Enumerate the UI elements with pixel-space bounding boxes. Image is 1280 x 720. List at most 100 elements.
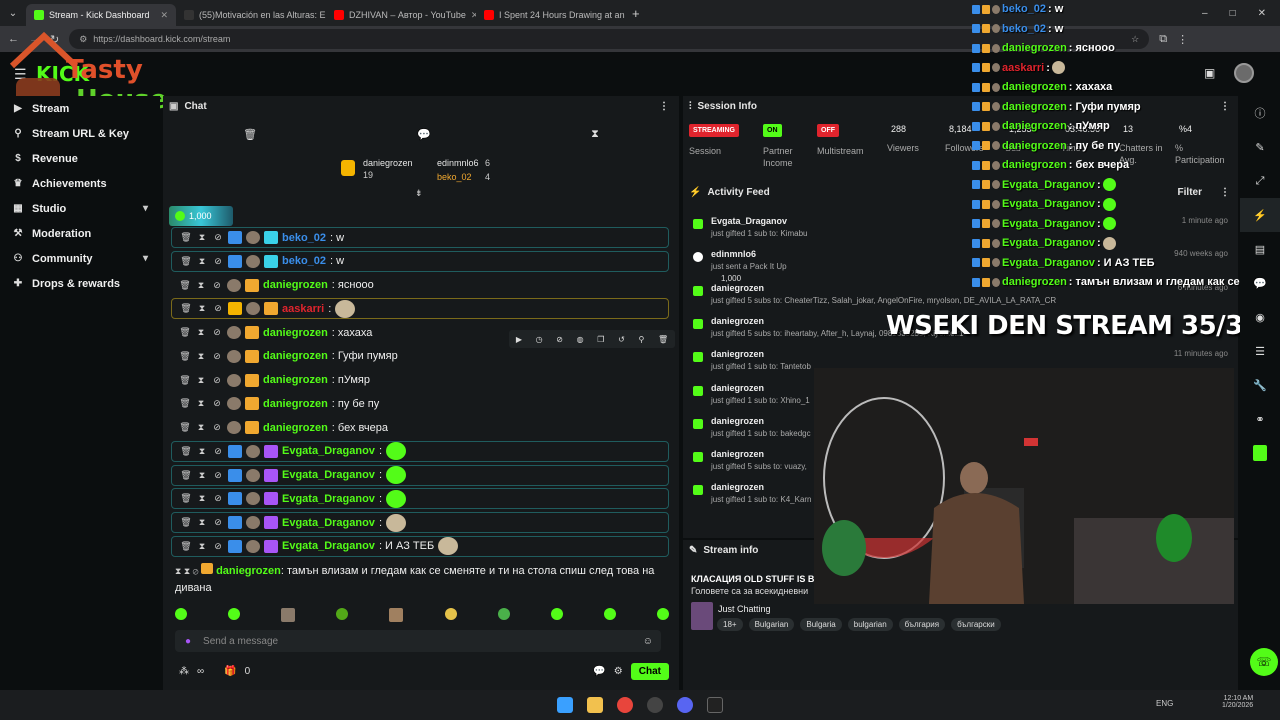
delete-msg-icon[interactable]: 🗑 [180,493,192,504]
chat-message[interactable]: 🗑 ⧗ ⊘ Evgata_Draganov: И АЗ ТЕБ [171,535,669,557]
file-explorer-icon[interactable] [587,697,603,713]
chat-username[interactable]: daniegrozen [263,350,328,362]
chat-message[interactable]: 🗑 ⧗ ⊘ daniegrozen: бех вчера [171,417,669,438]
ban-icon[interactable]: ⊘ [212,303,224,314]
delete-msg-icon[interactable]: 🗑 [180,446,192,457]
last-msg-user[interactable]: daniegrozen [216,565,281,577]
info-icon[interactable]: ⓘ [1240,96,1280,130]
ban-icon[interactable]: ⊘ [212,256,224,267]
category-name[interactable]: Just Chatting [718,604,771,614]
quick-action-icon[interactable]: ⚡ [1240,198,1280,232]
activity-user[interactable]: daniegrozen [711,316,764,326]
ban-icon[interactable]: ⊘ [212,232,224,243]
delete-msg-icon[interactable]: 🗑 [179,398,191,409]
terminal-icon[interactable] [707,697,723,713]
ban-icon[interactable]: ⊘ [211,327,223,338]
sidebar-item-stream[interactable]: ▶ Stream [0,96,160,121]
stream-tag[interactable]: bulgarian [847,618,893,631]
sidebar-item-drops-rewards[interactable]: ✚ Drops & rewards [0,271,160,296]
chat-message[interactable]: 🗑 ⧗ ⊘ daniegrozen: ясноoo [171,275,669,296]
timeout-icon[interactable]: ⧗ [196,256,208,267]
language-indicator[interactable]: ENG [1156,699,1173,708]
chat-username[interactable]: daniegrozen [263,279,328,291]
delete-msg-icon[interactable]: 🗑 [180,303,192,314]
phone-icon[interactable] [1240,436,1280,470]
delete-msg-icon[interactable]: 🗑 [180,256,192,267]
chrome-icon[interactable] [617,697,633,713]
sidebar-item-moderation[interactable]: ⚒ Moderation [0,221,160,246]
timeout-icon[interactable]: ⧗ [195,327,207,338]
timeout-icon[interactable]: ⧗ [196,232,208,243]
obs-icon[interactable] [647,697,663,713]
delete-msg-icon[interactable]: 🗑 [180,517,192,528]
activity-user[interactable]: daniegrozen [711,482,764,492]
ban-icon[interactable]: ⊘ [212,446,224,457]
ban-icon[interactable]: ⊘ [211,280,223,291]
chat-username[interactable]: daniegrozen [263,327,328,339]
chat-message[interactable]: 🗑 ⧗ ⊘ daniegrozen: пУмяр [171,370,669,391]
delete-msg-icon[interactable]: 🗑 [180,232,192,243]
help-button[interactable]: ☏ [1250,648,1278,676]
timeout-icon[interactable]: ⧗ [196,470,208,481]
chat-message[interactable]: 🗑 ⧗ ⊘ Evgata_Draganov: [171,512,669,533]
delete-msg-icon[interactable]: 🗑 [179,422,191,433]
sidebar-item-community[interactable]: ⚇ Community ▾ [0,246,160,271]
timeout-icon[interactable]: ⧗ [195,351,207,362]
delete-icon[interactable]: 🗑 [658,335,668,344]
ban-icon[interactable]: ⊘ [211,351,223,362]
chat-username[interactable]: beko_02 [282,255,326,267]
timeout-icon[interactable]: ⧗ [195,280,207,291]
sidebar-item-stream-url-key[interactable]: ⚲ Stream URL & Key [0,121,160,146]
chat-menu-icon[interactable]: ⋮ [659,101,669,112]
emote-3-icon[interactable] [281,608,296,622]
tools-icon[interactable]: 🔧 [1240,368,1280,402]
chevron-down-icon[interactable]: ▾ [143,253,148,264]
chat-message[interactable]: 🗑 ⧗ ⊘ beko_02: w [171,227,669,248]
collapse-icon[interactable]: ⇟ [415,188,423,199]
stream-tag[interactable]: български [951,618,1001,631]
chat-message[interactable]: 🗑 ⧗ ⊘ daniegrozen: Гуфи пумяр [171,346,669,367]
copy-icon[interactable]: ❐ [597,335,604,344]
chat-username[interactable]: Evgata_Draganov [282,517,375,529]
slash-icon[interactable]: ⊘ [556,335,563,344]
emote-1-icon[interactable] [175,608,187,620]
chevron-down-icon[interactable]: ▾ [143,203,148,214]
chat-settings-bubble-icon[interactable]: 💬 [593,666,605,677]
activity-user[interactable]: daniegrozen [711,349,764,359]
emoji-icon[interactable]: ☺ [643,636,653,647]
sidebar-item-revenue[interactable]: $ Revenue [0,146,160,171]
share-icon[interactable]: ⚭ [1240,402,1280,436]
timeout-icon[interactable]: ⧗ [195,398,207,409]
ban-icon[interactable]: ⊘ [211,398,223,409]
globe-icon[interactable]: ◍ [577,335,584,344]
delete-msg-icon[interactable]: 🗑 [180,541,192,552]
chat-message[interactable]: 🗑 ⧗ ⊘ aaskarri: [171,298,669,320]
activity-user[interactable]: daniegrozen [711,283,764,293]
chat-username[interactable]: aaskarri [282,303,324,315]
activity-user[interactable]: daniegrozen [711,416,764,426]
delete-msg-icon[interactable]: 🗑 [179,375,191,386]
chat-message[interactable]: 🗑 ⧗ ⊘ beko_02: w [171,250,669,272]
emote-10-icon[interactable] [656,608,669,620]
chat-username[interactable]: beko_02 [282,232,326,244]
browser-tab[interactable]: (55)Motivación en las Alturas: E✕ [176,4,326,26]
new-tab-button[interactable]: + [632,6,640,21]
chat-settings-icon[interactable]: ⚙ [614,666,623,677]
trash-icon[interactable]: 🗑 [243,128,257,141]
chat-username[interactable]: Evgata_Draganov [282,540,375,552]
browser-tab[interactable]: Stream - Kick Dashboard ✕ [26,4,176,26]
clock[interactable]: 12:10 AM 1/20/2026 [1222,695,1253,709]
ban-icon[interactable]: ⊘ [211,422,223,433]
send-chat-button[interactable]: Chat [630,662,669,680]
activity-user[interactable]: edinmnlo6 [711,249,756,259]
status-badge[interactable]: ON [763,124,782,137]
stream-tag[interactable]: българия [898,618,946,631]
emote-5-icon[interactable] [389,608,404,622]
undo-icon[interactable]: ↺ [618,335,625,344]
comment-icon[interactable]: 💬 [1240,266,1280,300]
play-icon[interactable]: ▶ [516,335,522,344]
timeout-icon[interactable]: ⧗ [195,375,207,386]
chat-message[interactable]: 🗑 ⧗ ⊘ Evgata_Draganov: [171,464,669,486]
clock-icon[interactable]: ◷ [536,335,543,344]
users-icon[interactable]: ⁂ [179,666,189,677]
